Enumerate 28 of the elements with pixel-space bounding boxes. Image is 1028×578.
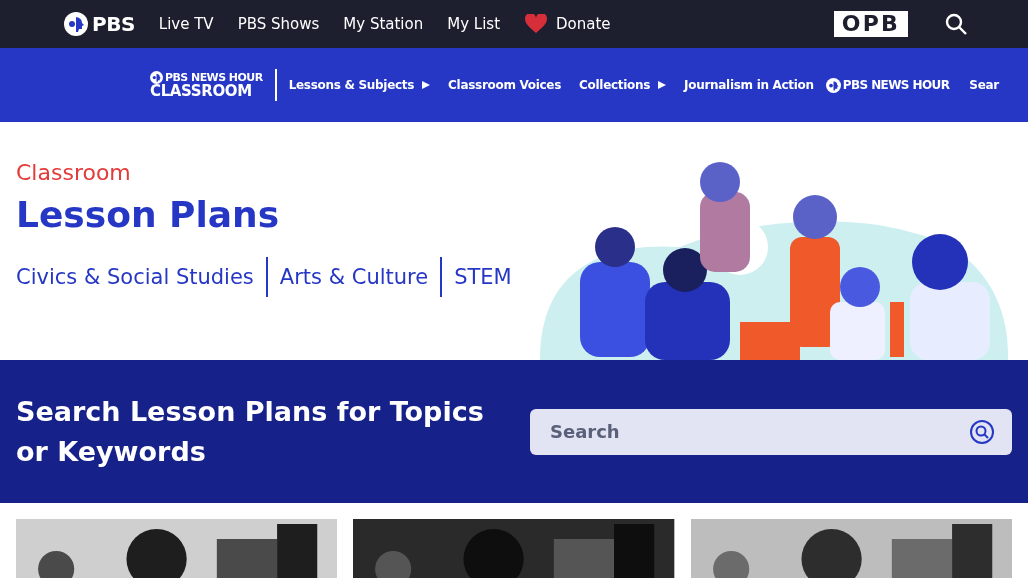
- section-nav-item[interactable]: Classroom Voices: [448, 76, 562, 94]
- logo-text: CLASSROOM: [150, 84, 253, 99]
- nav-link[interactable]: PBS Shows: [237, 12, 320, 36]
- pbs-logo[interactable]: PBS: [92, 9, 135, 39]
- category-link[interactable]: STEM: [440, 257, 512, 297]
- section-nav-item[interactable]: Journalism in Action: [684, 76, 814, 94]
- nav-link[interactable]: My Station: [343, 12, 424, 36]
- category-link[interactable]: Civics & Social Studies: [16, 257, 254, 297]
- nav-link[interactable]: My List: [447, 12, 501, 36]
- nav-link[interactable]: Live TV: [158, 12, 214, 36]
- brand-logo[interactable]: PBS NEWS HOUR: [842, 76, 950, 94]
- search-icon[interactable]: [944, 12, 968, 36]
- pbs-head-icon: [825, 77, 841, 93]
- donate-link[interactable]: Donate: [524, 12, 611, 36]
- page-title: Lesson Plans: [16, 193, 281, 237]
- search-icon[interactable]: [970, 419, 994, 444]
- pbs-head-icon: [64, 12, 88, 36]
- heart-icon: [524, 14, 549, 34]
- section-nav-item[interactable]: Collections: [579, 76, 667, 94]
- section-nav-item[interactable]: Lessons & Subjects: [288, 76, 431, 94]
- search-field[interactable]: Search: [530, 408, 1012, 455]
- logo-text: PBS NEWS HOUR: [165, 72, 263, 83]
- station-logo[interactable]: OPB: [833, 11, 908, 37]
- category-link[interactable]: Arts & Culture: [265, 257, 429, 297]
- eyebrow-label: Classroom: [16, 162, 132, 184]
- search-heading: Search Lesson Plans for Topics or Keywords: [16, 394, 485, 469]
- pbs-head-icon: [150, 71, 163, 84]
- section-nav-item[interactable]: Sear: [969, 76, 999, 94]
